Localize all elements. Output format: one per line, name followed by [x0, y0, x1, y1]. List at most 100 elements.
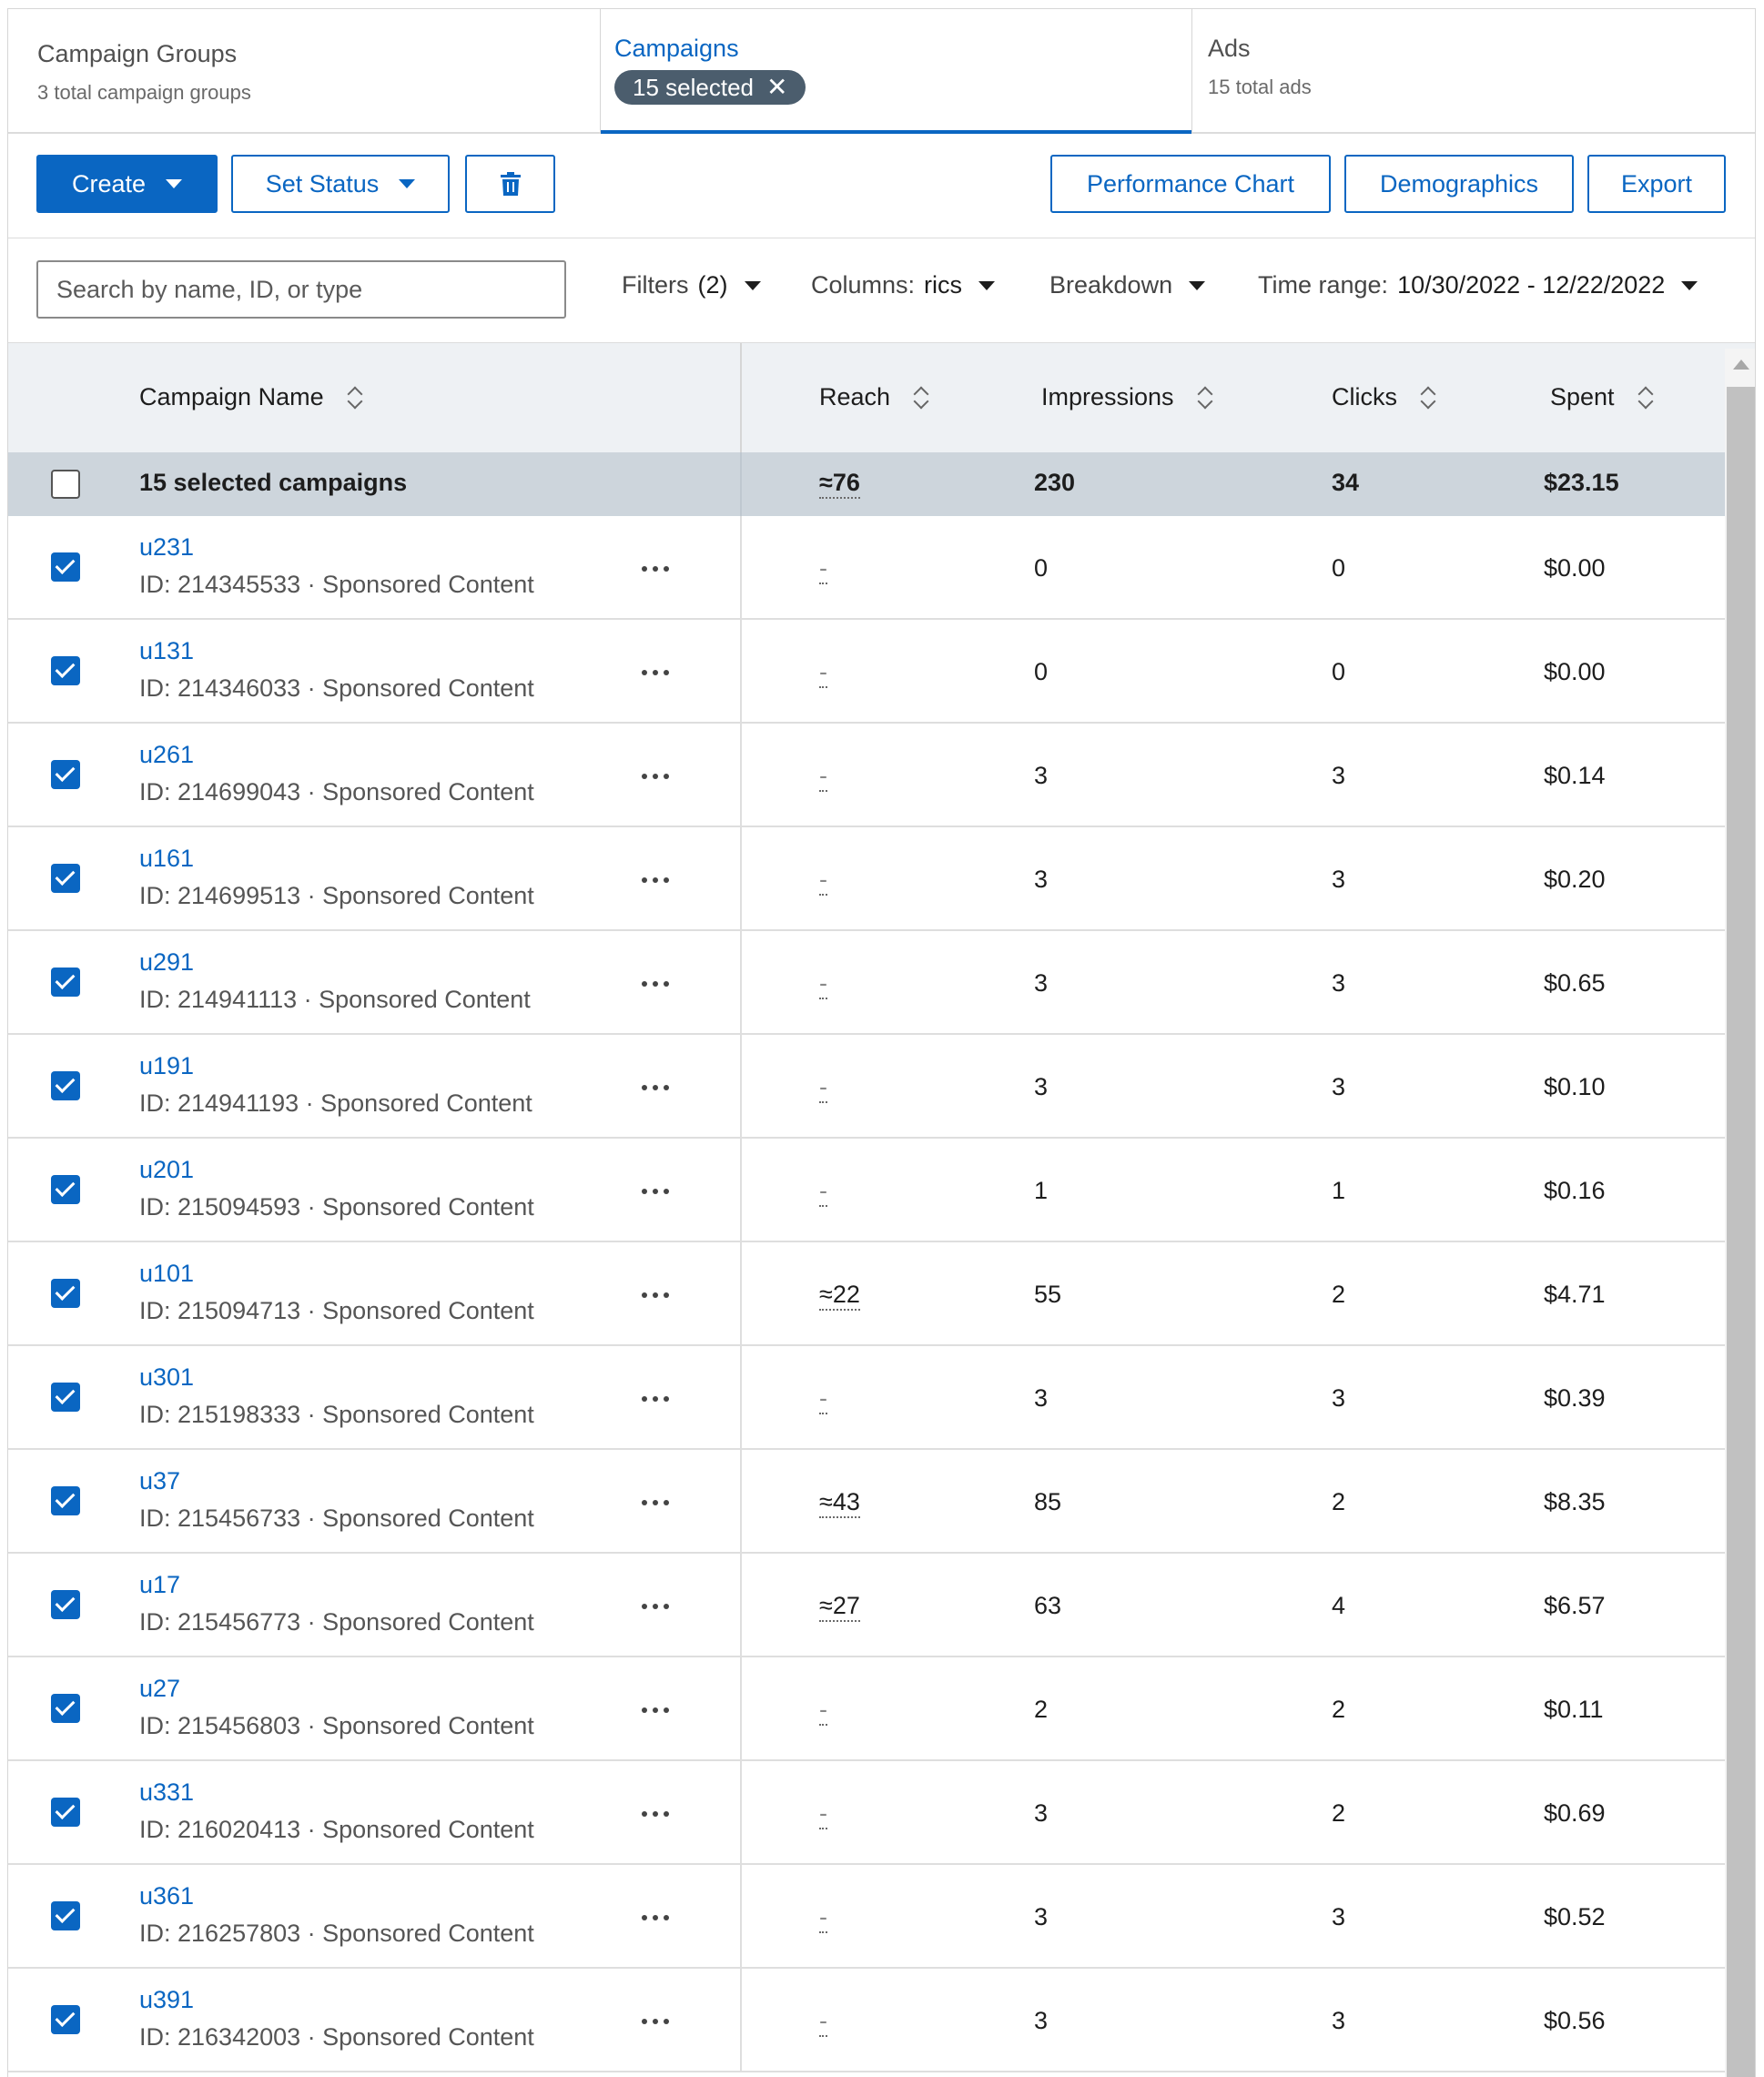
- more-options-icon[interactable]: [630, 1484, 681, 1521]
- row-checkbox[interactable]: [51, 1175, 80, 1204]
- tab-title: Ads: [1208, 35, 1251, 62]
- more-options-icon[interactable]: [630, 2003, 681, 2040]
- delete-button[interactable]: [465, 155, 555, 213]
- row-checkbox[interactable]: [51, 1694, 80, 1723]
- more-options-icon[interactable]: [630, 966, 681, 1002]
- more-options-icon[interactable]: [630, 1796, 681, 1832]
- campaign-name-link[interactable]: u17: [139, 1571, 180, 1599]
- vertical-scrollbar[interactable]: [1725, 349, 1755, 2077]
- column-divider: [740, 1657, 742, 1759]
- tab-campaign-groups[interactable]: Campaign Groups 3 total campaign groups: [8, 9, 600, 132]
- campaign-name-link[interactable]: u361: [139, 1882, 194, 1910]
- row-checkbox[interactable]: [51, 1798, 80, 1827]
- more-options-icon[interactable]: [630, 862, 681, 898]
- chevron-down-icon: [1681, 280, 1698, 290]
- tab-campaigns[interactable]: Campaigns 15 selected ✕: [600, 9, 1191, 134]
- reach-cell: ≈27: [819, 1592, 860, 1622]
- campaign-meta: ID: 214346033 · Sponsored Content: [139, 674, 534, 702]
- campaign-name-link[interactable]: u291: [139, 948, 194, 977]
- row-checkbox[interactable]: [51, 656, 80, 685]
- campaign-name-link[interactable]: u261: [139, 741, 194, 769]
- table-row: u261 ID: 214699043 · Sponsored Content -…: [8, 724, 1755, 827]
- more-options-icon[interactable]: [630, 1381, 681, 1417]
- export-button[interactable]: Export: [1587, 155, 1726, 213]
- row-checkbox[interactable]: [51, 1383, 80, 1412]
- more-options-icon[interactable]: [630, 551, 681, 587]
- sort-icon[interactable]: [912, 384, 930, 411]
- row-checkbox[interactable]: [51, 1071, 80, 1100]
- scroll-up-icon[interactable]: [1733, 360, 1749, 370]
- reach-value: -: [819, 1696, 827, 1726]
- campaign-manager: Campaign Groups 3 total campaign groups …: [7, 8, 1756, 2077]
- campaign-name-link[interactable]: u391: [139, 1986, 194, 2014]
- columns-dropdown[interactable]: Columns: rics: [811, 271, 996, 299]
- time-range-dropdown[interactable]: Time range: 10/30/2022 - 12/22/2022: [1258, 271, 1698, 299]
- reach-cell: -: [819, 762, 827, 792]
- create-button[interactable]: Create: [36, 155, 218, 213]
- clicks-cell: 2: [1332, 1281, 1346, 1308]
- more-options-icon[interactable]: [630, 1692, 681, 1728]
- sort-icon[interactable]: [1637, 384, 1655, 411]
- campaign-name-link[interactable]: u331: [139, 1778, 194, 1807]
- scrollbar-thumb[interactable]: [1727, 387, 1755, 2077]
- campaign-name-link[interactable]: u191: [139, 1052, 194, 1080]
- row-checkbox[interactable]: [51, 552, 80, 582]
- close-icon[interactable]: ✕: [766, 75, 787, 100]
- tab-ads[interactable]: Ads 15 total ads: [1191, 9, 1755, 132]
- row-checkbox[interactable]: [51, 1486, 80, 1515]
- row-checkbox[interactable]: [51, 2005, 80, 2034]
- more-options-icon[interactable]: [630, 1900, 681, 1936]
- more-options-icon[interactable]: [630, 758, 681, 795]
- demographics-button[interactable]: Demographics: [1344, 155, 1574, 213]
- row-checkbox[interactable]: [51, 1279, 80, 1308]
- row-checkbox[interactable]: [51, 864, 80, 893]
- set-status-button[interactable]: Set Status: [231, 155, 450, 213]
- campaign-name-link[interactable]: u201: [139, 1156, 194, 1184]
- campaign-name-link[interactable]: u101: [139, 1260, 194, 1288]
- column-divider: [740, 1139, 742, 1241]
- row-checkbox[interactable]: [51, 1901, 80, 1930]
- column-header-campaign-name[interactable]: Campaign Name: [139, 383, 364, 411]
- reach-value: -: [819, 1799, 827, 1829]
- more-options-icon[interactable]: [630, 1277, 681, 1313]
- more-options-icon[interactable]: [630, 654, 681, 691]
- sort-icon[interactable]: [1196, 384, 1214, 411]
- search-input[interactable]: [36, 260, 566, 319]
- summary-row: 15 selected campaigns ≈76 230 34 $23.15: [8, 452, 1755, 516]
- row-checkbox[interactable]: [51, 760, 80, 789]
- campaign-name-link[interactable]: u231: [139, 533, 194, 562]
- impressions-cell: 3: [1034, 1799, 1049, 1827]
- clicks-cell: 1: [1332, 1177, 1346, 1204]
- row-checkbox[interactable]: [51, 968, 80, 997]
- table-row: u331 ID: 216020413 · Sponsored Content -…: [8, 1761, 1755, 1865]
- filters-dropdown[interactable]: Filters (2): [622, 271, 761, 299]
- column-header-impressions[interactable]: Impressions: [1041, 383, 1214, 411]
- campaign-name-link[interactable]: u131: [139, 637, 194, 665]
- spent-cell: $0.52: [1544, 1903, 1606, 1930]
- column-header-clicks[interactable]: Clicks: [1332, 383, 1437, 411]
- sort-icon[interactable]: [346, 384, 364, 411]
- more-options-icon[interactable]: [630, 1588, 681, 1625]
- impressions-cell: 2: [1034, 1696, 1049, 1723]
- campaign-name-link[interactable]: u161: [139, 845, 194, 873]
- more-options-icon[interactable]: [630, 1173, 681, 1210]
- column-header-spent[interactable]: Spent: [1550, 383, 1655, 411]
- column-header-reach[interactable]: Reach: [819, 383, 930, 411]
- sort-icon[interactable]: [1419, 384, 1437, 411]
- clicks-cell: 3: [1332, 969, 1346, 997]
- breakdown-dropdown[interactable]: Breakdown: [1049, 271, 1206, 299]
- table-row: u131 ID: 214346033 · Sponsored Content -…: [8, 620, 1755, 724]
- campaign-meta: ID: 215456803 · Sponsored Content: [139, 1712, 534, 1739]
- campaign-meta: ID: 215094593 · Sponsored Content: [139, 1193, 534, 1221]
- row-checkbox[interactable]: [51, 1590, 80, 1619]
- select-all-checkbox[interactable]: [51, 470, 80, 499]
- clicks-cell: 0: [1332, 658, 1346, 685]
- more-options-icon[interactable]: [630, 1069, 681, 1106]
- campaign-name-link[interactable]: u301: [139, 1363, 194, 1392]
- campaign-name-link[interactable]: u27: [139, 1675, 180, 1703]
- performance-chart-button[interactable]: Performance Chart: [1050, 155, 1331, 213]
- spent-cell: $0.14: [1544, 762, 1606, 789]
- impressions-cell: 1: [1034, 1177, 1049, 1204]
- campaign-name-link[interactable]: u37: [139, 1467, 180, 1495]
- column-divider: [740, 343, 742, 452]
